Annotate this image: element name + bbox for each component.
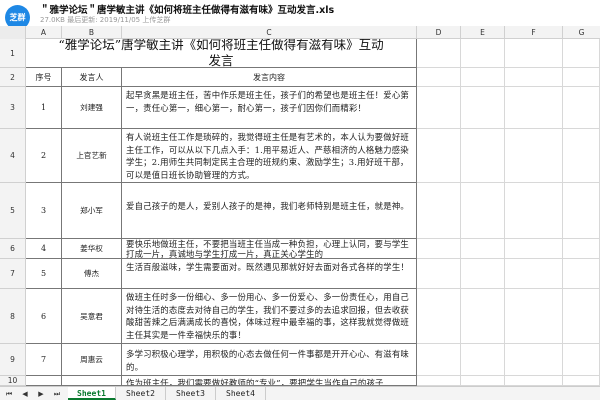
first-sheet-icon[interactable]: ⏮: [4, 389, 14, 399]
select-all-corner[interactable]: [0, 26, 26, 39]
column-header-d[interactable]: D: [417, 26, 461, 39]
column-header-g[interactable]: G: [563, 26, 600, 39]
column-header-c[interactable]: C: [122, 26, 417, 39]
header-cell-content[interactable]: 发言内容: [122, 68, 417, 87]
cell-number[interactable]: 7: [26, 344, 62, 376]
empty-cell[interactable]: [563, 289, 600, 344]
cell-content[interactable]: 有人说班主任工作是琐碎的，我觉得班主任是有艺术的，本人认为要做好班主任工作，可以…: [122, 129, 417, 183]
empty-cell[interactable]: [417, 259, 461, 289]
empty-cell[interactable]: [563, 39, 600, 68]
cell-content[interactable]: 爱自己孩子的是人，爱别人孩子的是神，我们老师特别是班主任，就是神。: [122, 183, 417, 239]
cell-content[interactable]: 作为班主任，我们需要做好教师的“专业”，要把学生当作自己的孩子: [122, 376, 417, 386]
column-header-bar: A B C D E F G: [0, 26, 600, 39]
cell-number[interactable]: 1: [26, 87, 62, 129]
empty-cell[interactable]: [563, 259, 600, 289]
sheet-title-cell[interactable]: “雅学论坛”唐学敏主讲《如何将班主任做得有滋有味》互动发言: [26, 39, 417, 68]
row-header-9[interactable]: 9: [0, 344, 26, 376]
cell-speaker[interactable]: [62, 376, 122, 386]
empty-cell[interactable]: [417, 289, 461, 344]
next-sheet-icon[interactable]: ▶: [36, 389, 46, 399]
cell-content[interactable]: 生活百般滋味，学生需要面对。既然遇见那就好好去面对各式各样的学生！: [122, 259, 417, 289]
file-header: 芝群 ＂雅学论坛＂唐学敏主讲《如何将班主任做得有滋有味》互动发言.xls 27.…: [0, 0, 600, 30]
column-header-b[interactable]: B: [62, 26, 122, 39]
sheet-tab-1[interactable]: Sheet1: [68, 387, 116, 400]
cell-content[interactable]: 起早贪黑是班主任，苦中作乐是班主任，孩子们的希望也是班主任！爱心第一，责任心第一…: [122, 87, 417, 129]
row-header-5[interactable]: 5: [0, 183, 26, 239]
empty-cell[interactable]: [417, 376, 461, 386]
row-header-8[interactable]: 8: [0, 289, 26, 344]
empty-cell[interactable]: [417, 68, 461, 87]
empty-cell[interactable]: [505, 289, 563, 344]
empty-cell[interactable]: [461, 87, 505, 129]
empty-cell[interactable]: [563, 87, 600, 129]
empty-cell[interactable]: [461, 129, 505, 183]
header-cell-number[interactable]: 序号: [26, 68, 62, 87]
empty-cell[interactable]: [563, 183, 600, 239]
empty-cell[interactable]: [461, 39, 505, 68]
row-header-3[interactable]: 3: [0, 87, 26, 129]
cell-speaker[interactable]: 郑小军: [62, 183, 122, 239]
header-cell-speaker[interactable]: 发言人: [62, 68, 122, 87]
empty-cell[interactable]: [417, 39, 461, 68]
cell-number[interactable]: 2: [26, 129, 62, 183]
row-header-7[interactable]: 7: [0, 259, 26, 289]
cell-number[interactable]: [26, 376, 62, 386]
empty-cell[interactable]: [417, 344, 461, 376]
empty-cell[interactable]: [505, 183, 563, 239]
cell-content[interactable]: 做班主任时多一份细心、多一份用心、多一份爱心、多一份责任心，用自己对待生活的态度…: [122, 289, 417, 344]
cell-number[interactable]: 3: [26, 183, 62, 239]
cell-speaker[interactable]: 周惠云: [62, 344, 122, 376]
empty-cell[interactable]: [461, 239, 505, 259]
row-header-10[interactable]: 10: [0, 376, 26, 386]
cell-number[interactable]: 6: [26, 289, 62, 344]
empty-cell[interactable]: [461, 68, 505, 87]
column-header-f[interactable]: F: [505, 26, 563, 39]
empty-cell[interactable]: [563, 239, 600, 259]
row-header-6[interactable]: 6: [0, 239, 26, 259]
cell-number[interactable]: 4: [26, 239, 62, 259]
empty-cell[interactable]: [461, 344, 505, 376]
cell-content[interactable]: 多学习积极心理学，用积极的心态去做任何一件事都是开开心心、有滋有味的。: [122, 344, 417, 376]
sheet-tab-2[interactable]: Sheet2: [116, 387, 166, 400]
sheet-tab-4[interactable]: Sheet4: [216, 387, 266, 400]
empty-cell[interactable]: [461, 259, 505, 289]
empty-cell[interactable]: [505, 259, 563, 289]
empty-cell[interactable]: [461, 183, 505, 239]
empty-cell[interactable]: [563, 344, 600, 376]
row-header-4[interactable]: 4: [0, 129, 26, 183]
row-header-1[interactable]: 1: [0, 39, 26, 68]
empty-cell[interactable]: [505, 239, 563, 259]
sheet-tab-bar: ⏮ ◀ ▶ ⏭ Sheet1 Sheet2 Sheet3 Sheet4: [0, 386, 600, 400]
cell-speaker[interactable]: 姜华权: [62, 239, 122, 259]
empty-cell[interactable]: [505, 68, 563, 87]
cell-speaker[interactable]: 上官艺新: [62, 129, 122, 183]
empty-cell[interactable]: [505, 129, 563, 183]
empty-cell[interactable]: [563, 68, 600, 87]
empty-cell[interactable]: [563, 129, 600, 183]
cell-speaker[interactable]: 刘建强: [62, 87, 122, 129]
cell-content[interactable]: 要快乐地做班主任，不要把当班主任当成一种负担，心理上认同，要与学生打成一片，真诚…: [122, 239, 417, 259]
empty-cell[interactable]: [505, 344, 563, 376]
empty-cell[interactable]: [417, 87, 461, 129]
column-header-e[interactable]: E: [461, 26, 505, 39]
prev-sheet-icon[interactable]: ◀: [20, 389, 30, 399]
cell-speaker[interactable]: 傅杰: [62, 259, 122, 289]
empty-cell[interactable]: [505, 39, 563, 68]
empty-cell[interactable]: [417, 183, 461, 239]
empty-cell[interactable]: [417, 239, 461, 259]
file-meta: 27.0KB 最后更新: 2019/11/05 上传芝群: [40, 16, 171, 24]
empty-cell[interactable]: [505, 376, 563, 386]
column-header-a[interactable]: A: [26, 26, 62, 39]
cell-number[interactable]: 5: [26, 259, 62, 289]
empty-cell[interactable]: [563, 376, 600, 386]
empty-cell[interactable]: [461, 376, 505, 386]
cell-speaker[interactable]: 吴意君: [62, 289, 122, 344]
file-title: ＂雅学论坛＂唐学敏主讲《如何将班主任做得有滋有味》互动发言.xls: [40, 5, 335, 16]
empty-cell[interactable]: [505, 87, 563, 129]
row-header-2[interactable]: 2: [0, 68, 26, 87]
empty-cell[interactable]: [417, 129, 461, 183]
last-sheet-icon[interactable]: ⏭: [52, 389, 62, 399]
empty-cell[interactable]: [461, 289, 505, 344]
sheet-tab-3[interactable]: Sheet3: [166, 387, 216, 400]
